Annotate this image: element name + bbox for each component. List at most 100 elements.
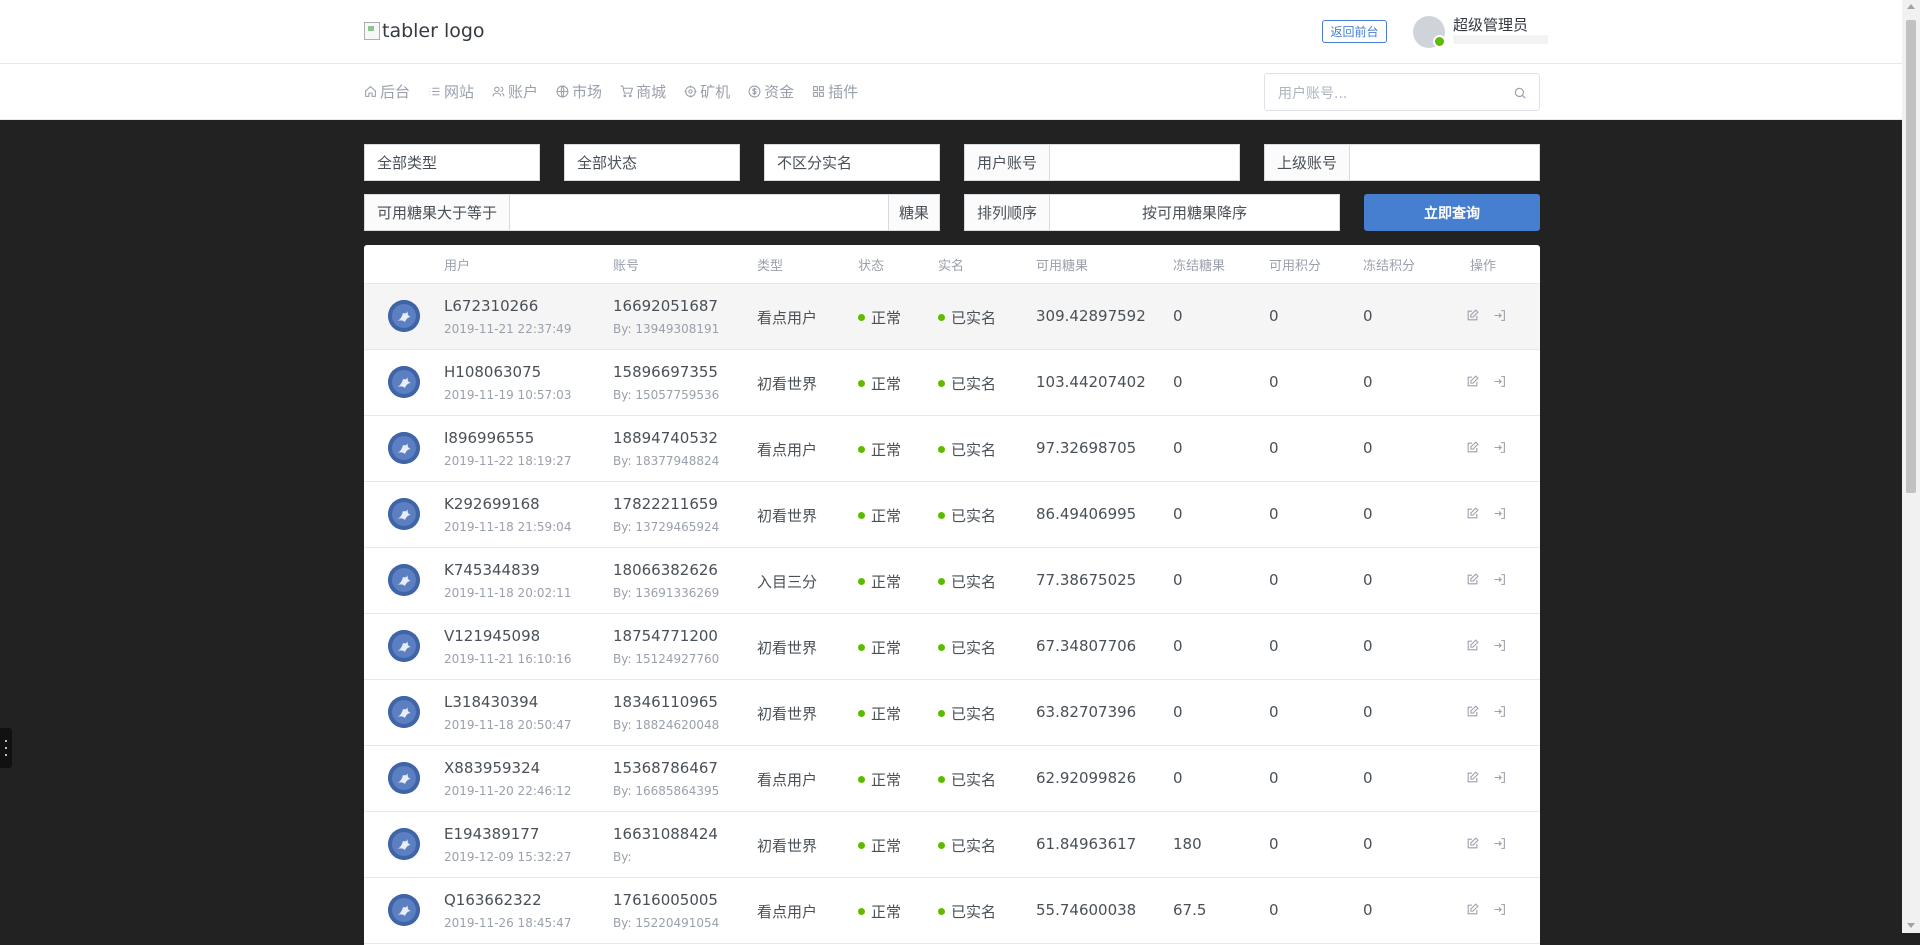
user-id[interactable]: X883959324 — [444, 759, 540, 777]
status-text: 正常 — [871, 903, 902, 921]
edit-icon[interactable] — [1466, 375, 1479, 388]
user-id[interactable]: H108063075 — [444, 363, 541, 381]
login-as-user-icon[interactable] — [1493, 837, 1506, 850]
avatar[interactable] — [1413, 16, 1446, 48]
login-as-user-icon[interactable] — [1493, 573, 1506, 586]
edit-icon[interactable] — [1466, 309, 1479, 322]
user-id[interactable]: L318430394 — [444, 693, 538, 711]
realname-select[interactable]: 不区分实名 — [764, 144, 940, 181]
avatar — [388, 894, 420, 926]
edit-icon[interactable] — [1466, 705, 1479, 718]
login-as-user-icon[interactable] — [1493, 441, 1506, 454]
table-row: L318430394 2019-11-18 20:50:47 18346110965… — [364, 680, 1540, 746]
user-account-label: 用户账号 — [965, 145, 1051, 180]
realname-select-value: 不区分实名 — [777, 154, 853, 172]
nav-item-backend[interactable]: 后台 — [364, 81, 410, 102]
account-number: 15896697355 — [613, 363, 718, 381]
type-select-value: 全部类型 — [377, 154, 438, 172]
available-points: 0 — [1269, 703, 1279, 721]
table-row: H108063075 2019-11-19 10:57:03 15896697355… — [364, 350, 1540, 416]
login-as-user-icon[interactable] — [1493, 705, 1506, 718]
list-icon — [429, 87, 440, 96]
frozen-points: 0 — [1363, 901, 1373, 919]
status-text: 正常 — [871, 639, 902, 657]
nav-item-plugins[interactable]: 插件 — [812, 81, 858, 102]
frozen-candy: 0 — [1173, 373, 1183, 391]
user-id[interactable]: V121945098 — [444, 627, 540, 645]
back-to-frontend-button[interactable]: 返回前台 — [1322, 20, 1387, 43]
sort-order-filter: 排列顺序 按可用糖果降序 — [964, 194, 1340, 231]
nav-item-website[interactable]: 网站 — [428, 81, 474, 102]
nav-item-label: 资金 — [764, 83, 795, 101]
account-number: 18346110965 — [613, 693, 718, 711]
available-candy: 103.44207402 — [1036, 373, 1146, 391]
login-as-user-icon[interactable] — [1493, 639, 1506, 652]
nav-item-funds[interactable]: 资金 — [748, 81, 794, 102]
type-select[interactable]: 全部类型 — [364, 144, 540, 181]
nav-item-miner[interactable]: 矿机 — [684, 81, 730, 102]
account-number: 15368786467 — [613, 759, 718, 777]
edit-icon[interactable] — [1466, 441, 1479, 454]
login-as-user-icon[interactable] — [1493, 903, 1506, 916]
user-id[interactable]: E194389177 — [444, 825, 539, 843]
referrer: By: 15057759536 — [613, 388, 720, 402]
referrer: By: 18377948824 — [613, 454, 720, 468]
available-points: 0 — [1269, 571, 1279, 589]
nav-items: 后台 网站 账户 市场 商城 矿机 资金 插件 — [364, 64, 876, 119]
frozen-candy: 0 — [1173, 439, 1183, 457]
referrer: By: — [613, 850, 632, 864]
nav-item-shop[interactable]: 商城 — [620, 81, 666, 102]
edit-icon[interactable] — [1466, 771, 1479, 784]
edit-icon[interactable] — [1466, 837, 1479, 850]
user-id[interactable]: K745344839 — [444, 561, 540, 579]
realname-badge: 已实名 — [938, 307, 996, 328]
avatar — [388, 498, 420, 530]
edit-icon[interactable] — [1466, 507, 1479, 520]
user-account-input[interactable] — [1050, 145, 1239, 180]
user-type: 看点用户 — [757, 441, 818, 459]
user-id[interactable]: K292699168 — [444, 495, 540, 513]
candy-min-input[interactable] — [510, 195, 888, 230]
site-logo[interactable]: tabler logo — [364, 20, 485, 42]
edit-icon[interactable] — [1466, 573, 1479, 586]
status-select[interactable]: 全部状态 — [564, 144, 740, 181]
login-as-user-icon[interactable] — [1493, 309, 1506, 322]
parent-account-input[interactable] — [1350, 145, 1539, 180]
realname-text: 已实名 — [951, 771, 997, 789]
edit-icon[interactable] — [1466, 903, 1479, 916]
search-icon[interactable] — [1513, 86, 1527, 100]
search-input[interactable] — [1276, 83, 1500, 105]
admin-name[interactable]: 超级管理员 — [1453, 14, 1528, 35]
status-dot — [858, 644, 865, 651]
login-as-user-icon[interactable] — [1493, 375, 1506, 388]
table-row: I896996555 2019-11-22 18:19:27 18894740532… — [364, 416, 1540, 482]
login-as-user-icon[interactable] — [1493, 771, 1506, 784]
frozen-candy: 0 — [1173, 637, 1183, 655]
nav-item-accounts[interactable]: 账户 — [492, 81, 538, 102]
frozen-points: 0 — [1363, 571, 1373, 589]
frozen-points: 0 — [1363, 373, 1373, 391]
home-icon — [365, 85, 376, 97]
avatar — [388, 564, 420, 596]
scroll-down-arrow-icon[interactable] — [1907, 923, 1915, 928]
scrollbar-thumb[interactable] — [1906, 20, 1916, 493]
status-badge: 正常 — [858, 373, 901, 394]
side-panel-handle[interactable] — [0, 728, 12, 768]
edit-icon[interactable] — [1466, 639, 1479, 652]
user-id[interactable]: L672310266 — [444, 297, 538, 315]
status-badge: 正常 — [858, 901, 901, 922]
query-button[interactable]: 立即查询 — [1364, 194, 1540, 231]
grid-icon — [813, 86, 825, 97]
account-number: 17822211659 — [613, 495, 718, 513]
sort-order-select[interactable]: 按可用糖果降序 — [1050, 202, 1339, 223]
user-type: 初看世界 — [757, 375, 818, 393]
user-id[interactable]: I896996555 — [444, 429, 534, 447]
user-id[interactable]: Q163662322 — [444, 891, 542, 909]
dollar-icon — [748, 85, 761, 98]
frozen-candy: 0 — [1173, 769, 1183, 787]
register-time: 2019-11-20 22:46:12 — [444, 784, 572, 798]
scroll-up-arrow-icon[interactable] — [1907, 4, 1915, 9]
nav-item-market[interactable]: 市场 — [556, 81, 602, 102]
login-as-user-icon[interactable] — [1493, 507, 1506, 520]
user-type: 初看世界 — [757, 705, 818, 723]
